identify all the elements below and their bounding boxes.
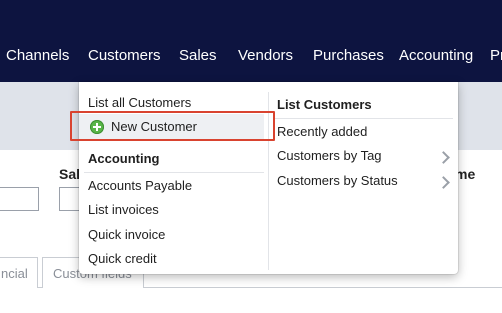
new-customer-highlight (70, 111, 275, 141)
menu-item-accounts-payable[interactable]: Accounts Payable (88, 178, 192, 193)
nav-item-truncated[interactable]: Pr (490, 47, 502, 64)
tab-financial[interactable]: ncial (0, 257, 38, 288)
nav-item-vendors[interactable]: Vendors (238, 47, 293, 64)
menu-item-quick-credit[interactable]: Quick credit (88, 251, 157, 266)
text-input-left[interactable] (0, 187, 39, 211)
top-nav-bar: Channels Customers Sales Vendors Purchas… (0, 0, 502, 82)
menu-item-list-all-customers[interactable]: List all Customers (88, 95, 191, 110)
menu-separator (84, 172, 264, 173)
menu-heading-list-customers: List Customers (277, 97, 372, 112)
menu-separator-right (273, 118, 453, 119)
menu-item-quick-invoice[interactable]: Quick invoice (88, 227, 165, 242)
chevron-right-icon (437, 151, 450, 164)
menu-item-recently-added[interactable]: Recently added (277, 124, 367, 139)
menu-item-customers-by-tag[interactable]: Customers by Tag (277, 148, 382, 163)
menu-heading-accounting: Accounting (88, 151, 160, 166)
field-label-right: me (455, 166, 476, 182)
menu-item-list-invoices[interactable]: List invoices (88, 202, 159, 217)
field-label-left: Sal (59, 166, 81, 182)
menu-item-customers-by-status[interactable]: Customers by Status (277, 173, 398, 188)
nav-item-channels[interactable]: Channels (6, 47, 69, 64)
nav-item-sales[interactable]: Sales (179, 47, 217, 64)
nav-item-accounting[interactable]: Accounting (399, 47, 473, 64)
nav-item-purchases[interactable]: Purchases (313, 47, 384, 64)
nav-item-customers[interactable]: Customers (88, 47, 161, 64)
chevron-right-icon (437, 176, 450, 189)
